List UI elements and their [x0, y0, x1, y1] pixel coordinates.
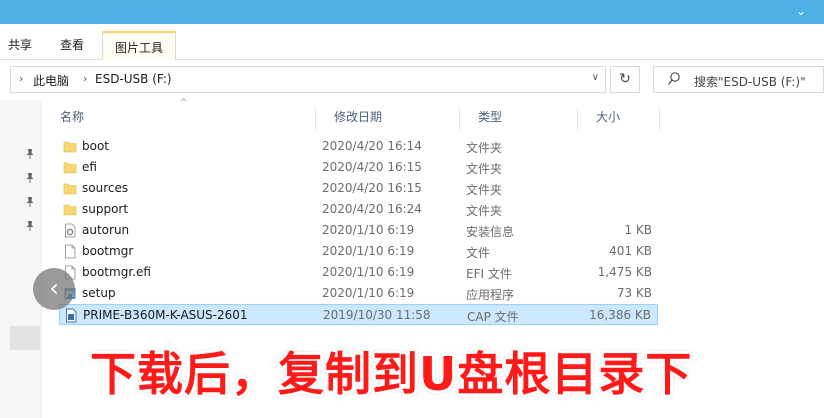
- file-row[interactable]: autorun 2020/1/10 6:19 安装信息 1 KB: [59, 220, 658, 241]
- file-date: 2020/4/20 16:15: [322, 181, 422, 195]
- file-type: CAP 文件: [467, 310, 519, 324]
- tab-picture-tools[interactable]: 图片工具: [102, 31, 177, 60]
- file-row[interactable]: support 2020/4/20 16:24 文件夹: [59, 199, 658, 220]
- refresh-button[interactable]: ↻: [610, 66, 640, 93]
- navigation-pane: [0, 100, 42, 418]
- file-type: 文件夹: [466, 183, 503, 197]
- file-name: autorun: [82, 223, 130, 237]
- file-row[interactable]: boot 2020/4/20 16:14 文件夹: [59, 136, 658, 157]
- file-size: 401 KB: [609, 244, 652, 258]
- file-type: 安装信息: [466, 225, 515, 239]
- file-size: 73 KB: [616, 286, 652, 300]
- breadcrumb-drive[interactable]: ESD-USB (F:): [95, 72, 172, 86]
- folder-icon: [63, 139, 77, 154]
- file-type: 文件: [466, 246, 491, 260]
- sort-ascending-icon: ^: [180, 98, 188, 108]
- pin-icon[interactable]: [25, 220, 35, 232]
- file-icon: [63, 244, 77, 259]
- file-row[interactable]: efi 2020/4/20 16:15 文件夹: [59, 157, 658, 178]
- breadcrumb-this-pc[interactable]: 此电脑: [33, 72, 69, 89]
- file-name: efi: [82, 160, 97, 174]
- file-type: 文件夹: [466, 162, 503, 176]
- tab-share[interactable]: 共享: [8, 36, 32, 53]
- file-name: PRIME-B360M-K-ASUS-2601: [83, 308, 248, 322]
- chevron-down-icon[interactable]: ⌄: [796, 4, 806, 18]
- file-row[interactable]: setup 2020/1/10 6:19 应用程序 73 KB: [59, 283, 658, 304]
- folder-icon: [63, 181, 77, 196]
- column-header-date[interactable]: 修改日期: [316, 108, 460, 130]
- cap-file-icon: [64, 308, 78, 323]
- file-date: 2020/1/10 6:19: [322, 265, 415, 279]
- file-type: EFI 文件: [466, 267, 512, 281]
- chevron-right-icon[interactable]: ›: [83, 72, 87, 85]
- file-date: 2020/4/20 16:15: [322, 160, 422, 174]
- file-type: 文件夹: [466, 141, 503, 155]
- search-placeholder: 搜索"ESD-USB (F:)": [694, 75, 806, 89]
- column-header-name[interactable]: 名称: [42, 108, 316, 130]
- file-size: 16,386 KB: [589, 308, 651, 322]
- file-name: setup: [82, 286, 116, 300]
- file-date: 2020/4/20 16:14: [322, 139, 422, 153]
- file-size: 1 KB: [624, 223, 652, 237]
- address-row: › 此电脑 › ESD-USB (F:) ∨ ↻ 搜索"ESD-USB (F:)…: [0, 60, 824, 100]
- nav-item-placeholder[interactable]: [10, 326, 40, 350]
- file-date: 2020/4/20 16:24: [322, 202, 422, 216]
- file-row[interactable]: bootmgr 2020/1/10 6:19 文件 401 KB: [59, 241, 658, 262]
- search-icon: [667, 72, 680, 85]
- pin-icon[interactable]: [25, 148, 35, 160]
- ribbon-tabs: 共享 查看 图片工具: [0, 24, 824, 60]
- address-bar[interactable]: › 此电脑 › ESD-USB (F:) ∨: [10, 66, 606, 93]
- chevron-right-icon[interactable]: ›: [19, 72, 23, 85]
- setup-info-icon: [63, 223, 77, 238]
- column-header-size[interactable]: 大小: [578, 108, 660, 130]
- file-list: ^ 名称 修改日期 类型 大小 boot 2020/4/20 16:14 文件夹 ef…: [42, 98, 824, 418]
- folder-icon: [63, 202, 77, 217]
- file-name: support: [82, 202, 129, 216]
- file-row[interactable]: sources 2020/4/20 16:15 文件夹: [59, 178, 658, 199]
- chevron-down-icon[interactable]: ∨: [592, 72, 599, 83]
- tab-view[interactable]: 查看: [60, 36, 84, 53]
- window-titlebar: ⌄: [0, 0, 824, 24]
- file-name: bootmgr.efi: [82, 265, 151, 279]
- file-name: sources: [82, 181, 129, 195]
- back-button[interactable]: ‹: [33, 268, 75, 310]
- file-date: 2020/1/10 6:19: [322, 286, 415, 300]
- chevron-left-icon: ‹: [49, 274, 59, 302]
- file-type: 应用程序: [466, 288, 515, 302]
- file-date: 2020/1/10 6:19: [322, 223, 415, 237]
- file-date: 2020/1/10 6:19: [322, 244, 415, 258]
- pin-icon[interactable]: [25, 196, 35, 208]
- refresh-icon: ↻: [619, 71, 631, 87]
- file-name: bootmgr: [82, 244, 134, 258]
- overlay-caption: 下载后，复制到U盘根目录下: [90, 347, 693, 401]
- file-date: 2019/10/30 11:58: [323, 308, 431, 322]
- pin-icon[interactable]: [25, 172, 35, 184]
- folder-icon: [63, 160, 77, 175]
- search-input[interactable]: 搜索"ESD-USB (F:)": [653, 66, 824, 93]
- column-header-type[interactable]: 类型: [460, 108, 578, 130]
- file-type: 文件夹: [466, 204, 503, 218]
- file-name: boot: [82, 139, 110, 153]
- file-row[interactable]: PRIME-B360M-K-ASUS-2601 2019/10/30 11:58 C…: [59, 304, 658, 325]
- file-row[interactable]: bootmgr.efi 2020/1/10 6:19 EFI 文件 1,475 KB: [59, 262, 658, 283]
- file-size: 1,475 KB: [597, 265, 652, 279]
